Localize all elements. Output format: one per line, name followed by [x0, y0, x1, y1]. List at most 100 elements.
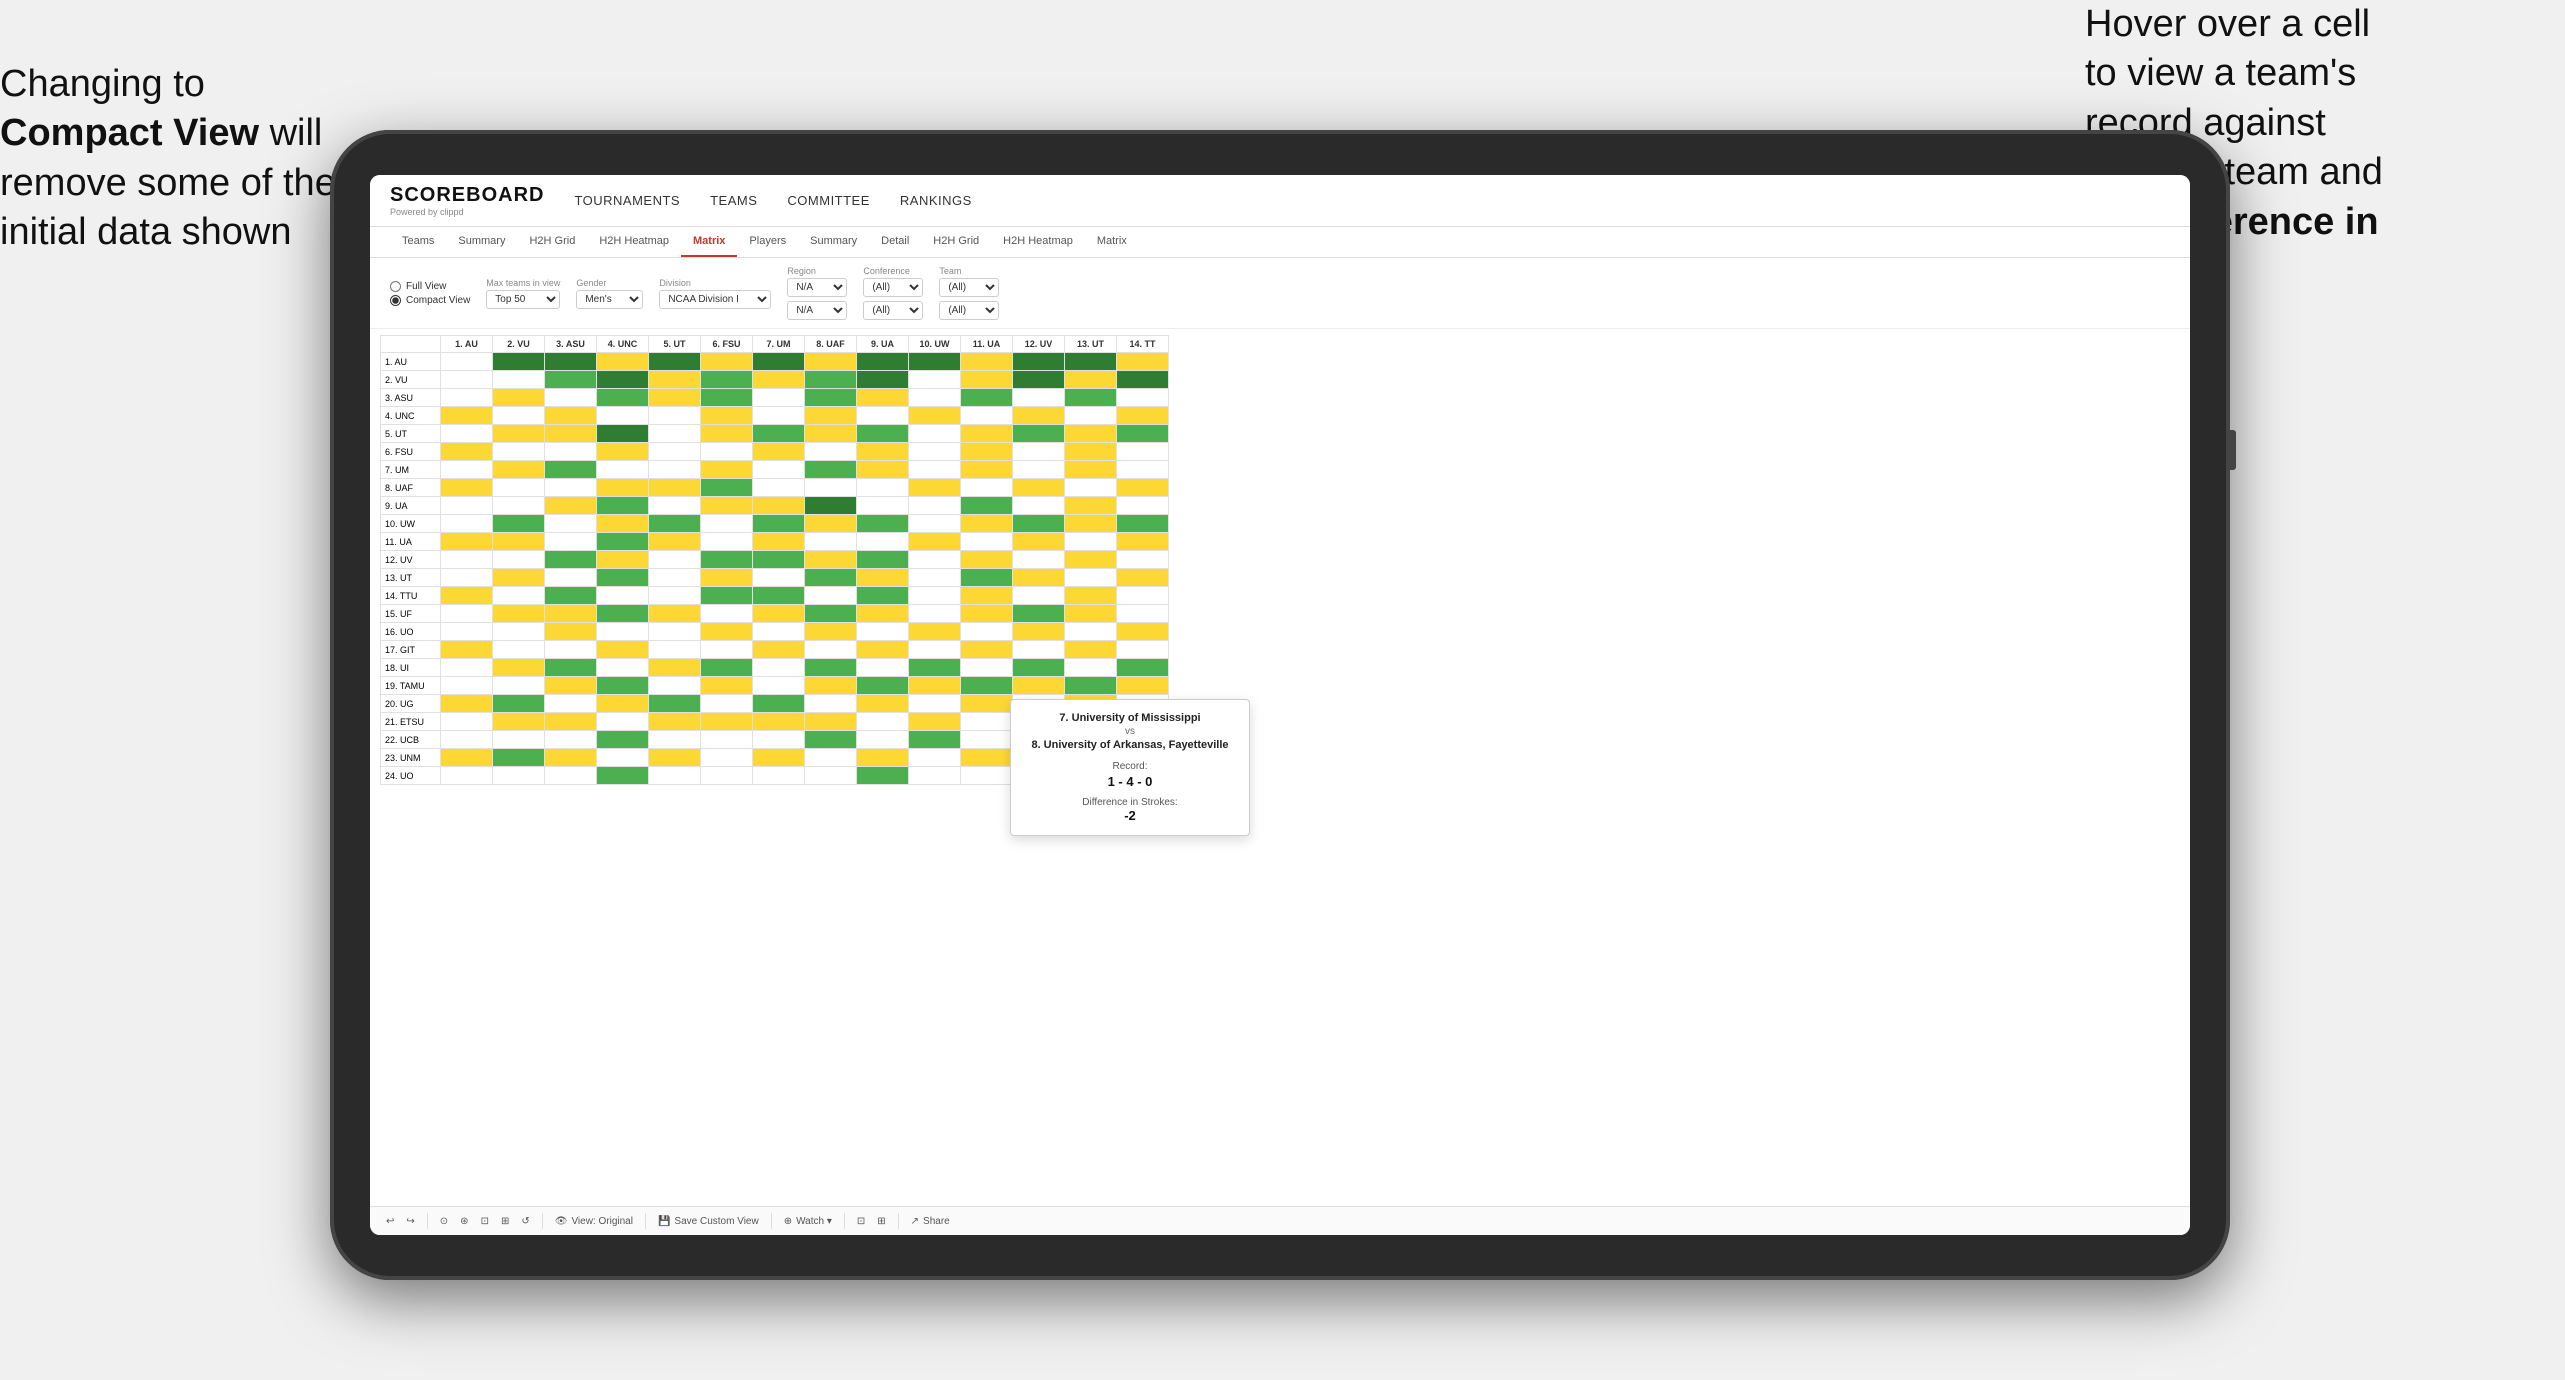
matrix-cell[interactable]	[857, 731, 909, 749]
matrix-cell[interactable]	[857, 713, 909, 731]
matrix-cell[interactable]	[1065, 515, 1117, 533]
matrix-cell[interactable]	[493, 443, 545, 461]
matrix-cell[interactable]	[753, 677, 805, 695]
matrix-cell[interactable]	[1117, 497, 1169, 515]
matrix-cell[interactable]	[597, 731, 649, 749]
matrix-cell[interactable]	[805, 623, 857, 641]
matrix-cell[interactable]	[545, 767, 597, 785]
matrix-cell[interactable]	[597, 569, 649, 587]
matrix-cell[interactable]	[1065, 677, 1117, 695]
matrix-cell[interactable]	[1065, 497, 1117, 515]
matrix-cell[interactable]	[545, 641, 597, 659]
save-custom-btn[interactable]: 💾 Save Custom View	[658, 1216, 759, 1227]
nav-teams[interactable]: TEAMS	[710, 188, 757, 213]
matrix-cell[interactable]	[753, 389, 805, 407]
matrix-cell[interactable]	[701, 407, 753, 425]
matrix-cell[interactable]	[649, 497, 701, 515]
matrix-cell[interactable]	[753, 407, 805, 425]
matrix-cell[interactable]	[1065, 587, 1117, 605]
matrix-cell[interactable]	[857, 479, 909, 497]
matrix-cell[interactable]	[441, 533, 493, 551]
matrix-cell[interactable]	[649, 389, 701, 407]
matrix-cell[interactable]	[441, 605, 493, 623]
toolbar-icon6[interactable]: ⊡	[857, 1216, 865, 1227]
matrix-cell[interactable]	[1013, 497, 1065, 515]
matrix-cell[interactable]	[857, 569, 909, 587]
matrix-cell[interactable]	[441, 515, 493, 533]
matrix-cell[interactable]	[545, 389, 597, 407]
matrix-cell[interactable]	[545, 677, 597, 695]
matrix-cell[interactable]	[1117, 479, 1169, 497]
matrix-cell[interactable]	[649, 641, 701, 659]
matrix-cell[interactable]	[545, 569, 597, 587]
matrix-cell[interactable]	[597, 371, 649, 389]
matrix-cell[interactable]	[1065, 641, 1117, 659]
matrix-cell[interactable]	[753, 533, 805, 551]
matrix-cell[interactable]	[597, 497, 649, 515]
matrix-cell[interactable]	[597, 623, 649, 641]
matrix-cell[interactable]	[909, 767, 961, 785]
matrix-cell[interactable]	[649, 533, 701, 551]
matrix-cell[interactable]	[649, 569, 701, 587]
matrix-cell[interactable]	[753, 569, 805, 587]
matrix-cell[interactable]	[1117, 605, 1169, 623]
matrix-cell[interactable]	[701, 695, 753, 713]
matrix-cell[interactable]	[493, 479, 545, 497]
matrix-cell[interactable]	[753, 425, 805, 443]
matrix-cell[interactable]	[441, 623, 493, 641]
matrix-cell[interactable]	[805, 497, 857, 515]
matrix-cell[interactable]	[701, 767, 753, 785]
matrix-cell[interactable]	[701, 623, 753, 641]
matrix-cell[interactable]	[597, 353, 649, 371]
sub-nav-teams[interactable]: Teams	[390, 227, 446, 257]
matrix-cell[interactable]	[441, 749, 493, 767]
matrix-cell[interactable]	[909, 749, 961, 767]
matrix-cell[interactable]	[909, 407, 961, 425]
matrix-cell[interactable]	[961, 551, 1013, 569]
matrix-cell[interactable]	[753, 713, 805, 731]
matrix-cell[interactable]	[1013, 425, 1065, 443]
matrix-cell[interactable]	[545, 515, 597, 533]
matrix-cell[interactable]	[805, 533, 857, 551]
matrix-cell[interactable]	[805, 695, 857, 713]
division-select[interactable]: NCAA Division I	[659, 290, 771, 309]
matrix-cell[interactable]	[441, 695, 493, 713]
matrix-cell[interactable]	[493, 695, 545, 713]
matrix-cell[interactable]	[597, 587, 649, 605]
view-original-btn[interactable]: 👁 View: Original	[555, 1216, 633, 1227]
region-select-2[interactable]: N/A	[787, 301, 847, 320]
matrix-cell[interactable]	[493, 659, 545, 677]
matrix-cell[interactable]	[493, 677, 545, 695]
matrix-cell[interactable]	[857, 749, 909, 767]
matrix-cell[interactable]	[441, 569, 493, 587]
matrix-cell[interactable]	[753, 605, 805, 623]
matrix-cell[interactable]	[1065, 389, 1117, 407]
matrix-cell[interactable]	[441, 389, 493, 407]
matrix-cell[interactable]	[753, 641, 805, 659]
matrix-cell[interactable]	[1117, 407, 1169, 425]
matrix-cell[interactable]	[1117, 371, 1169, 389]
matrix-cell[interactable]	[961, 353, 1013, 371]
matrix-cell[interactable]	[909, 659, 961, 677]
matrix-cell[interactable]	[597, 479, 649, 497]
matrix-cell[interactable]	[597, 389, 649, 407]
matrix-cell[interactable]	[805, 587, 857, 605]
matrix-cell[interactable]	[805, 425, 857, 443]
matrix-cell[interactable]	[961, 371, 1013, 389]
matrix-cell[interactable]	[961, 767, 1013, 785]
matrix-cell[interactable]	[545, 407, 597, 425]
conference-select[interactable]: (All)	[863, 278, 923, 297]
matrix-cell[interactable]	[753, 515, 805, 533]
matrix-cell[interactable]	[545, 425, 597, 443]
matrix-cell[interactable]	[545, 461, 597, 479]
matrix-cell[interactable]	[909, 569, 961, 587]
matrix-cell[interactable]	[493, 605, 545, 623]
matrix-cell[interactable]	[701, 425, 753, 443]
matrix-cell[interactable]	[1013, 587, 1065, 605]
matrix-cell[interactable]	[649, 479, 701, 497]
matrix-cell[interactable]	[701, 371, 753, 389]
matrix-cell[interactable]	[545, 533, 597, 551]
matrix-cell[interactable]	[493, 767, 545, 785]
matrix-cell[interactable]	[1065, 461, 1117, 479]
matrix-cell[interactable]	[649, 731, 701, 749]
